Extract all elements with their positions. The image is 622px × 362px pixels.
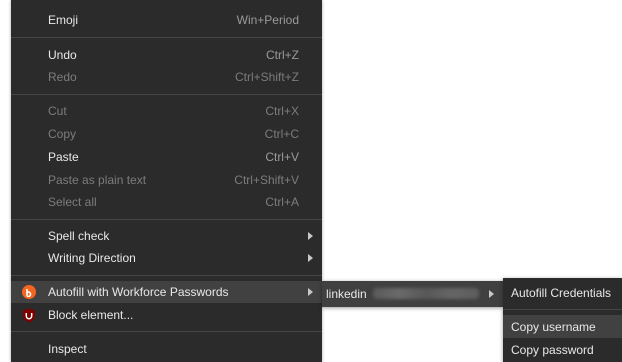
menu-item-shortcut: Ctrl+Shift+Z [234, 70, 299, 84]
menu-item-writing-direction[interactable]: Writing Direction [11, 247, 322, 269]
menu-item-label: Autofill with Workforce Passwords [48, 285, 229, 299]
menu-item-redo[interactable]: Redo Ctrl+Shift+Z [11, 66, 322, 88]
menu-item-label: Writing Direction [48, 251, 136, 265]
credentials-submenu: Autofill Credentials Copy username Copy … [503, 278, 622, 362]
submenu-item-copy-username[interactable]: Copy username [503, 315, 622, 338]
menu-item-autofill-workforce-passwords[interactable]: Autofill with Workforce Passwords [11, 281, 322, 303]
menu-item-paste[interactable]: Paste Ctrl+V [11, 146, 322, 168]
menu-item-label: Paste [48, 150, 79, 164]
menu-item-label: Cut [48, 104, 67, 118]
menu-separator [11, 275, 322, 276]
menu-item-label: Undo [48, 48, 77, 62]
menu-item-select-all[interactable]: Select all Ctrl+A [11, 191, 322, 213]
menu-item-copy[interactable]: Copy Ctrl+C [11, 123, 322, 145]
chevron-right-icon [308, 254, 313, 262]
menu-item-label: Copy username [511, 319, 596, 334]
chevron-right-icon [489, 290, 494, 298]
menu-separator [503, 309, 622, 310]
menu-item-label: Inspect [48, 342, 87, 356]
menu-separator [11, 331, 322, 332]
menu-item-shortcut: Win+Period [236, 13, 299, 27]
menu-item-shortcut: Ctrl+X [265, 104, 299, 118]
ublock-shield-icon [22, 308, 36, 322]
submenu-item-autofill-credentials[interactable]: Autofill Credentials [503, 281, 622, 305]
menu-item-label: Copy [48, 127, 77, 141]
menu-item-inspect[interactable]: Inspect [11, 338, 322, 360]
chevron-right-icon [308, 288, 313, 296]
menu-item-label: Copy password [511, 342, 594, 357]
account-submenu: linkedin [322, 281, 503, 307]
menu-item-shortcut: Ctrl+A [265, 195, 299, 209]
menu-item-cut[interactable]: Cut Ctrl+X [11, 100, 322, 122]
menu-item-shortcut: Ctrl+Z [266, 48, 299, 62]
menu-item-label: Autofill Credentials [511, 286, 612, 300]
menu-item-block-element[interactable]: Block element... [11, 304, 322, 326]
menu-separator [11, 219, 322, 220]
chevron-right-icon [308, 232, 313, 240]
menu-item-label: Spell check [48, 229, 110, 243]
workforce-passwords-icon [22, 285, 36, 299]
menu-item-undo[interactable]: Undo Ctrl+Z [11, 44, 322, 66]
menu-item-paste-plain-text[interactable]: Paste as plain text Ctrl+Shift+V [11, 169, 322, 191]
menu-item-label: Redo [48, 70, 77, 84]
submenu-item-copy-password[interactable]: Copy password [503, 338, 622, 361]
menu-item-emoji[interactable]: Emoji Win+Period [11, 9, 322, 31]
menu-item-label: Emoji [48, 13, 79, 27]
menu-item-shortcut: Ctrl+V [265, 150, 299, 164]
menu-item-label: Paste as plain text [48, 173, 147, 187]
context-menu: Emoji Win+Period Undo Ctrl+Z Redo Ctrl+S… [11, 0, 322, 362]
menu-item-shortcut: Ctrl+Shift+V [234, 173, 299, 187]
menu-item-label: Block element... [48, 308, 134, 322]
account-site-label: linkedin [326, 287, 367, 301]
menu-item-label: Select all [48, 195, 97, 209]
menu-separator [11, 94, 322, 95]
redacted-username [373, 288, 479, 299]
submenu-item-linkedin[interactable]: linkedin [322, 281, 503, 307]
menu-item-spell-check[interactable]: Spell check [11, 225, 322, 247]
menu-item-shortcut: Ctrl+C [264, 127, 299, 141]
menu-separator [11, 37, 322, 38]
